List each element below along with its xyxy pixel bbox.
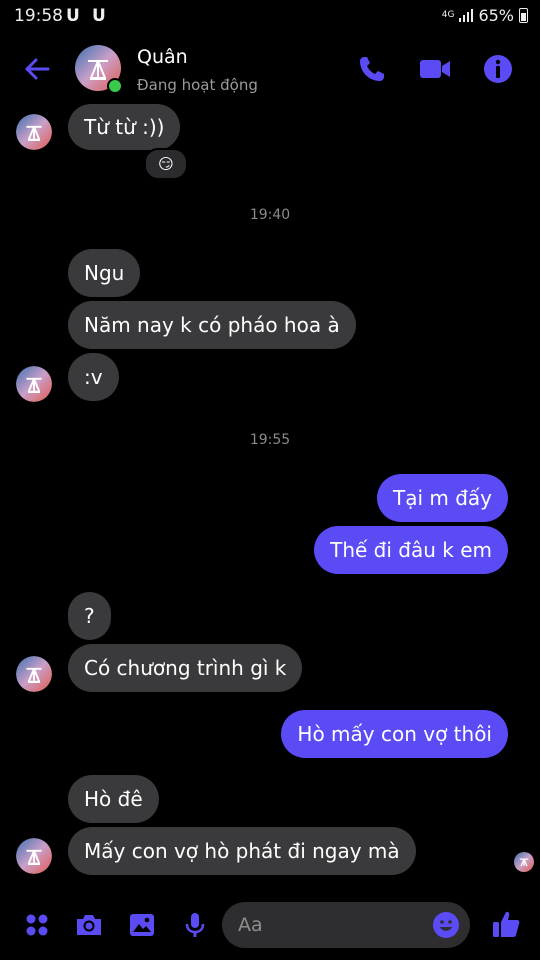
thumbs-up-icon[interactable]	[490, 908, 522, 940]
outgoing-message[interactable]: Hò mấy con vợ thôi	[281, 710, 508, 758]
outgoing-message[interactable]: Thế đi đâu k em	[314, 526, 508, 574]
sender-avatar[interactable]	[16, 656, 52, 692]
seen-avatar-icon	[514, 852, 534, 872]
incoming-message[interactable]: ?	[68, 592, 111, 640]
contact-avatar[interactable]	[74, 44, 123, 94]
timestamp: 19:55	[249, 432, 291, 448]
status-right-cluster: 4G 65%	[442, 6, 528, 25]
incoming-message[interactable]: Năm nay k có pháo hoa à	[68, 301, 356, 349]
contact-name[interactable]: Quân	[137, 46, 188, 68]
chat-header: Quân Đang hoạt động	[0, 34, 540, 104]
incoming-message[interactable]: Mấy con vợ hò phát đi ngay mà	[68, 827, 416, 875]
status-time: 19:58	[14, 6, 63, 26]
timestamp: 19:40	[249, 207, 291, 223]
outgoing-message[interactable]: Tại m đấy	[376, 474, 508, 522]
network-type: 4G	[441, 10, 455, 20]
microphone-icon[interactable]	[180, 910, 210, 940]
message-composer: Aa	[0, 896, 540, 960]
online-dot-icon	[107, 78, 123, 94]
notification-icon-1: U	[66, 6, 80, 26]
video-camera-icon[interactable]	[418, 52, 452, 86]
notification-icon-2: U	[92, 6, 106, 26]
camera-icon[interactable]	[74, 910, 104, 940]
message-reaction[interactable]: 😏	[144, 148, 188, 180]
contact-status: Đang hoạt động	[137, 76, 258, 94]
incoming-message[interactable]: Từ từ :))	[68, 104, 181, 150]
sender-avatar[interactable]	[16, 366, 52, 402]
message-input-placeholder: Aa	[238, 914, 263, 936]
info-icon[interactable]	[481, 52, 515, 86]
incoming-message[interactable]: Hò đê	[68, 775, 159, 823]
signal-icon	[459, 9, 474, 22]
emoji-icon[interactable]	[432, 911, 460, 939]
sender-avatar[interactable]	[16, 114, 52, 150]
battery-percent: 65%	[478, 6, 514, 25]
apps-grid-icon[interactable]	[22, 910, 52, 940]
phone-icon[interactable]	[355, 52, 389, 86]
incoming-message[interactable]: Ngu	[68, 249, 141, 297]
sender-avatar[interactable]	[16, 838, 52, 874]
back-arrow-icon[interactable]	[20, 52, 54, 86]
incoming-message[interactable]: Có chương trình gì k	[68, 644, 303, 692]
incoming-message[interactable]: :v	[68, 353, 119, 401]
status-bar: 19:58 U U 4G 65%	[0, 0, 540, 34]
gallery-icon[interactable]	[127, 910, 157, 940]
message-input[interactable]: Aa	[222, 902, 470, 948]
battery-icon	[519, 8, 528, 23]
